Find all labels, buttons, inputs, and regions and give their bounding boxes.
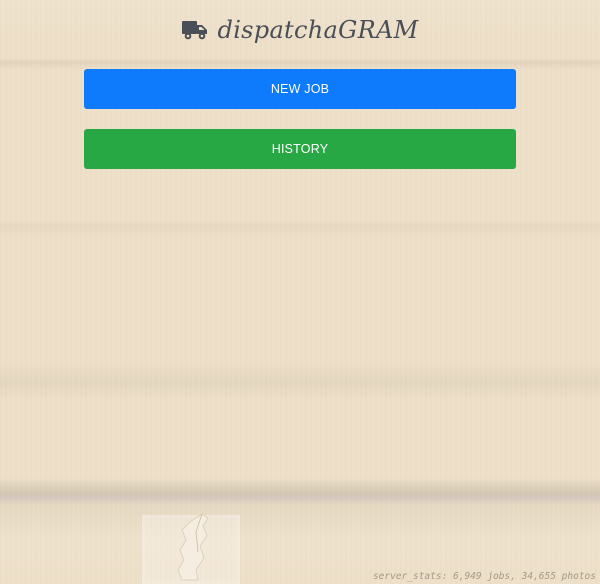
brand-logo-text: dispatchaGRAM [217,16,419,44]
torn-paper-decoration [177,513,209,581]
new-job-button[interactable]: NEW JOB [84,69,516,109]
server-stats-text: server_stats: 6,949 jobs, 34,655 photos [372,571,596,582]
app-header: dispatchaGRAM [0,10,600,50]
history-button[interactable]: HISTORY [84,129,516,169]
truck-icon [181,19,208,41]
